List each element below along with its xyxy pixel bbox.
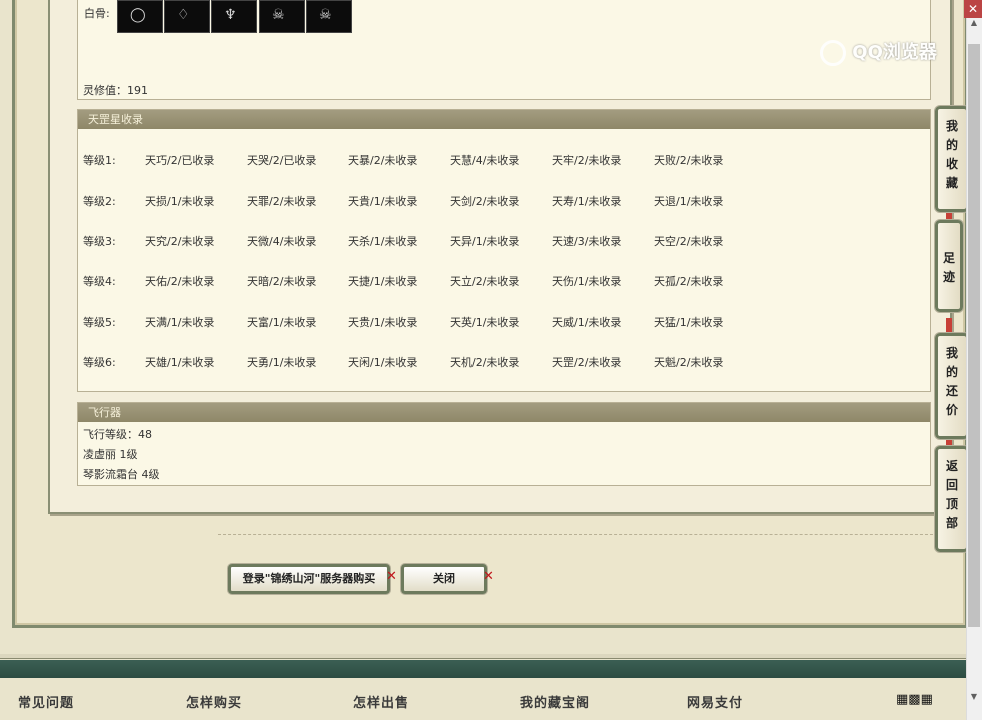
close-label: 关闭 [433, 572, 455, 585]
footer-nav-netease-pay[interactable]: 网易支付 [687, 692, 743, 711]
back-to-top-tab[interactable]: 返回顶部 [935, 446, 969, 552]
star-entry: 天猛/1/未收录 [654, 316, 724, 329]
star-entry: 天败/2/未收录 [654, 154, 724, 167]
close-button[interactable]: 关闭 [401, 564, 487, 594]
grade-label: 等级2: [83, 195, 116, 208]
fly-item-1: 凌虚丽 1级 [83, 448, 138, 461]
window-close-icon[interactable]: ✕ [964, 0, 982, 18]
star-entry: 天慧/4/未收录 [450, 154, 520, 167]
star-entry: 天寿/1/未收录 [552, 195, 622, 208]
star-entry: 天满/1/未收录 [145, 316, 215, 329]
star-entry: 天罪/2/未收录 [247, 195, 317, 208]
scroll-thumb[interactable] [968, 44, 980, 627]
skull-ring-icon: ☠ [319, 7, 332, 23]
star-entry: 天孤/2/未收录 [654, 275, 724, 288]
star-entry: 天伤/1/未收录 [552, 275, 622, 288]
qq-browser-logo-icon [820, 40, 846, 66]
grade-label: 等级6: [83, 356, 116, 369]
grade-label: 等级1: [83, 154, 116, 167]
star-entry: 天暴/2/未收录 [348, 154, 418, 167]
star-entry: 天威/1/未收录 [552, 316, 622, 329]
footprint-label: 足迹 [942, 251, 955, 284]
star-entry: 天杀/1/未收录 [348, 235, 418, 248]
tiangang-header: 天罡星收录 [78, 110, 930, 129]
qr-code-icon[interactable]: ▦▩▦ [896, 692, 933, 707]
footer-nav-how-to-buy[interactable]: 怎样购买 [186, 692, 242, 711]
star-entry: 天富/1/未收录 [247, 316, 317, 329]
star-entry: 天机/2/未收录 [450, 356, 520, 369]
footprint-tab[interactable]: 足迹 [935, 220, 963, 312]
back-to-top-label: 返回顶部 [945, 459, 958, 530]
my-bargain-label: 我的还价 [945, 346, 958, 417]
footer-band [0, 660, 966, 678]
star-entry: 天雄/1/未收录 [145, 356, 215, 369]
grade-label: 等级3: [83, 235, 116, 248]
star-entry: 天罡/2/未收录 [552, 356, 622, 369]
gem-slot-5[interactable]: ☠ [306, 0, 352, 33]
watermark-text: QQ浏览器 [852, 42, 937, 63]
demon-mask-icon: ♆ [224, 7, 237, 23]
close-x-icon: ✕ [483, 569, 494, 584]
star-entry: 天剑/2/未收录 [450, 195, 520, 208]
footer-nav-my-cbg[interactable]: 我的藏宝阁 [520, 692, 590, 711]
footer-strip [0, 654, 966, 659]
grade-label: 等级5: [83, 316, 116, 329]
footer-nav-how-to-sell[interactable]: 怎样出售 [353, 692, 409, 711]
grade-label: 等级4: [83, 275, 116, 288]
my-favorites-label: 我的收藏 [945, 119, 958, 190]
star-entry: 天捷/1/未收录 [348, 275, 418, 288]
gem-slot-2[interactable]: ♢ [164, 0, 210, 33]
gem-slot-1[interactable]: ◯ [117, 0, 163, 33]
gem-slot-4[interactable]: ☠ [259, 0, 305, 33]
star-entry: 天魁/2/未收录 [654, 356, 724, 369]
star-entry: 天闲/1/未收录 [348, 356, 418, 369]
star-entry: 天巧/2/已收录 [145, 154, 215, 167]
close-x-icon: ✕ [386, 569, 397, 584]
lingxiu-value: 灵修值：191 [83, 84, 148, 97]
star-entry: 天牢/2/未收录 [552, 154, 622, 167]
my-bargain-tab[interactable]: 我的还价 [935, 333, 969, 439]
star-entry: 天貴/1/未收录 [348, 195, 418, 208]
bracelet-icon: ◯ [130, 7, 146, 23]
star-entry: 天勇/1/未收录 [247, 356, 317, 369]
skull-ring-icon: ☠ [272, 7, 285, 23]
star-entry: 天立/2/未收录 [450, 275, 520, 288]
star-entry: 天微/4/未收录 [247, 235, 317, 248]
star-entry: 天贵/1/未收录 [348, 316, 418, 329]
login-buy-button[interactable]: 登录"锦绣山河"服务器购买 [228, 564, 390, 594]
star-entry: 天速/3/未收录 [552, 235, 622, 248]
gem-slot-3[interactable]: ♆ [211, 0, 257, 33]
star-entry: 天英/1/未收录 [450, 316, 520, 329]
star-entry: 天空/2/未收录 [654, 235, 724, 248]
fly-item-2: 琴影流霜台 4级 [83, 468, 160, 481]
star-entry: 天究/2/未收录 [145, 235, 215, 248]
fly-header: 飞行器 [78, 403, 930, 422]
pendant-icon: ♢ [177, 7, 190, 23]
gems-label: 白骨: [84, 7, 110, 20]
star-entry: 天暗/2/未收录 [247, 275, 317, 288]
login-buy-label: 登录"锦绣山河"服务器购买 [242, 572, 376, 585]
scroll-up-arrow-icon[interactable]: ▲ [966, 18, 982, 32]
fly-level: 飞行等级：48 [83, 428, 152, 441]
my-favorites-tab[interactable]: 我的收藏 [935, 106, 969, 212]
fly-box: 飞行器 [77, 402, 931, 486]
divider [218, 534, 933, 535]
scroll-down-arrow-icon[interactable]: ▼ [966, 692, 982, 706]
star-entry: 天退/1/未收录 [654, 195, 724, 208]
footer-nav-faq[interactable]: 常见问题 [18, 692, 74, 711]
star-entry: 天异/1/未收录 [450, 235, 520, 248]
star-entry: 天佑/2/未收录 [145, 275, 215, 288]
star-entry: 天损/1/未收录 [145, 195, 215, 208]
browser-watermark: QQ浏览器 [820, 38, 952, 70]
star-entry: 天哭/2/已收录 [247, 154, 317, 167]
